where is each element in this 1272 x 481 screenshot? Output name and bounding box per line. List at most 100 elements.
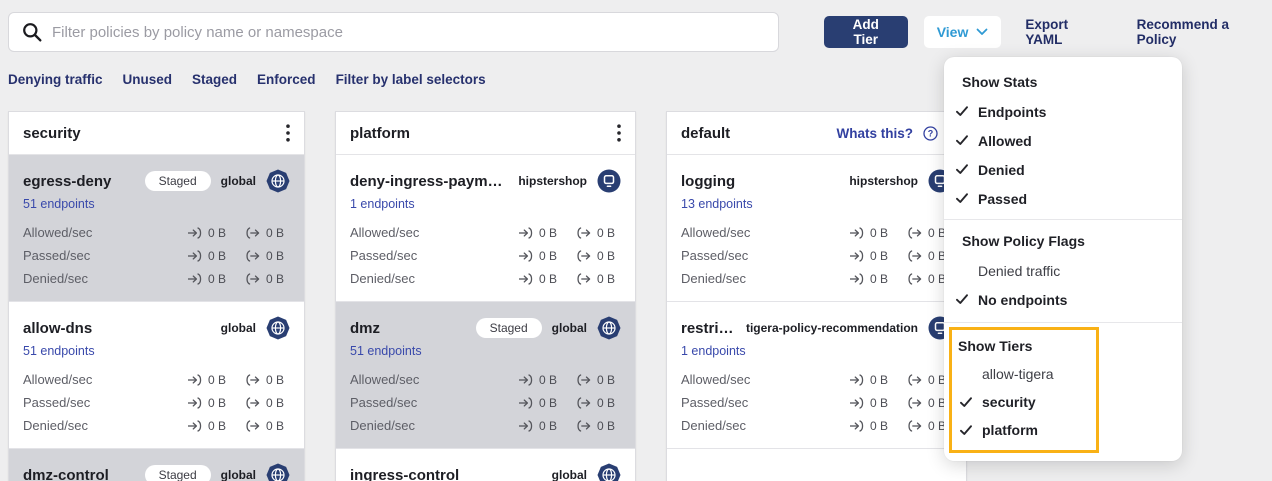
stat-row: Denied/sec 0 B 0 B	[681, 267, 952, 290]
menu-item-platform[interactable]: platform	[956, 416, 1092, 444]
ingress-value: 0 B	[208, 419, 226, 433]
menu-item-denied[interactable]: Denied	[956, 155, 1168, 184]
recommend-policy-link[interactable]: Recommend a Policy	[1137, 17, 1266, 47]
endpoints-link[interactable]: 51 endpoints	[350, 344, 422, 358]
export-yaml-link[interactable]: Export YAML	[1025, 17, 1104, 47]
scope-label: global	[552, 468, 587, 481]
search-input[interactable]	[52, 24, 765, 41]
menu-item-label: No endpoints	[978, 292, 1067, 308]
endpoints-link[interactable]: 51 endpoints	[23, 197, 95, 211]
menu-item-allowed[interactable]: Allowed	[956, 126, 1168, 155]
policy-card[interactable]: egress-deny Staged global 51 endpoints A…	[9, 155, 304, 301]
policy-search-box[interactable]	[8, 12, 779, 52]
stat-label: Allowed/sec	[23, 372, 92, 387]
stat-row: Denied/sec 0 B 0 B	[23, 267, 290, 290]
check-icon	[956, 106, 968, 117]
ingress-value: 0 B	[539, 272, 557, 286]
stat-label: Passed/sec	[681, 248, 748, 263]
ingress-arrow-icon	[518, 420, 534, 432]
policy-name[interactable]: ingress-control	[350, 467, 542, 481]
policy-name[interactable]: allow-dns	[23, 320, 211, 337]
egress-value: 0 B	[597, 272, 615, 286]
menu-item-no-endpoints[interactable]: No endpoints	[956, 285, 1168, 314]
policy-name[interactable]: dmz-control	[23, 467, 135, 481]
view-button[interactable]: View	[924, 16, 1002, 48]
policy-card[interactable]: allow-dns global 51 endpoints Allowed/se…	[9, 301, 304, 448]
stat-row: Denied/sec 0 B 0 B	[23, 414, 290, 437]
ingress-arrow-icon	[187, 227, 203, 239]
filter-enforced[interactable]: Enforced	[257, 72, 316, 87]
ingress-value: 0 B	[870, 226, 888, 240]
policy-name[interactable]: restricted	[681, 320, 736, 337]
menu-item-denied-traffic[interactable]: Denied traffic	[956, 256, 1168, 285]
namespace-icon	[597, 169, 621, 193]
tier-header: security	[9, 112, 304, 155]
egress-arrow-icon	[576, 273, 592, 285]
ingress-value: 0 B	[208, 249, 226, 263]
policy-card[interactable]: restricted tigera-policy-recommendation …	[667, 301, 966, 449]
tier-column-default: default Whats this? logging hipstershop …	[666, 111, 967, 481]
add-tier-button[interactable]: Add Tier	[824, 16, 908, 48]
menu-item-passed[interactable]: Passed	[956, 184, 1168, 213]
globe-icon	[597, 316, 621, 340]
policy-card[interactable]: deny-ingress-paymentservi... hipstershop…	[336, 155, 635, 301]
tier-header: platform	[336, 112, 635, 155]
kebab-menu-icon[interactable]	[617, 124, 621, 142]
egress-arrow-icon	[245, 250, 261, 262]
view-button-label: View	[937, 24, 969, 40]
endpoints-link[interactable]: 1 endpoints	[350, 197, 415, 211]
stat-label: Denied/sec	[350, 271, 415, 286]
chevron-down-icon	[976, 28, 988, 36]
ingress-arrow-icon	[187, 374, 203, 386]
scope-label: global	[221, 321, 256, 335]
policy-name[interactable]: logging	[681, 173, 839, 190]
stat-label: Denied/sec	[23, 271, 88, 286]
ingress-value: 0 B	[870, 373, 888, 387]
menu-section-show-tiers: Show Tiers allow-tigera security platfor…	[944, 322, 1182, 453]
policy-card[interactable]: logging hipstershop 13 endpoints Allowed…	[667, 155, 966, 301]
stat-label: Passed/sec	[350, 395, 417, 410]
ingress-arrow-icon	[849, 250, 865, 262]
policy-name[interactable]: dmz	[350, 320, 466, 337]
check-icon	[956, 135, 968, 146]
policies-board-page: Add Tier View Export YAML Recommend a Po…	[0, 0, 1272, 481]
tier-name: default	[681, 125, 730, 142]
view-dropdown-menu: Show Stats Endpoints Allowed Denied Pass…	[944, 57, 1182, 461]
kebab-menu-icon[interactable]	[286, 124, 290, 142]
ingress-value: 0 B	[539, 249, 557, 263]
whats-this-link[interactable]: Whats this?	[837, 126, 914, 141]
endpoints-link[interactable]: 51 endpoints	[23, 344, 95, 358]
filter-unused[interactable]: Unused	[123, 72, 173, 87]
policy-card[interactable]: dmz Staged global 51 endpoints Allowed/s…	[336, 301, 635, 448]
stat-label: Passed/sec	[23, 248, 90, 263]
endpoints-link[interactable]: 1 endpoints	[681, 344, 746, 358]
filter-staged[interactable]: Staged	[192, 72, 237, 87]
policy-card[interactable]: dmz-control Staged global 51 endpoints	[9, 448, 304, 481]
ingress-arrow-icon	[518, 397, 534, 409]
stat-row: Allowed/sec 0 B 0 B	[23, 221, 290, 244]
filter-denying-traffic[interactable]: Denying traffic	[8, 72, 103, 87]
egress-arrow-icon	[245, 420, 261, 432]
scope-label: hipstershop	[518, 174, 587, 188]
policy-card[interactable]: ingress-control global 51 endpoints	[336, 448, 635, 481]
menu-item-security[interactable]: security	[956, 388, 1092, 416]
menu-item-endpoints[interactable]: Endpoints	[956, 97, 1168, 126]
stat-label: Allowed/sec	[350, 225, 419, 240]
ingress-arrow-icon	[518, 273, 534, 285]
policy-name[interactable]: egress-deny	[23, 173, 135, 190]
endpoints-link[interactable]: 13 endpoints	[681, 197, 753, 211]
tier-column-platform: platform deny-ingress-paymentservi... hi…	[335, 111, 636, 481]
help-icon[interactable]	[923, 126, 938, 141]
staged-badge: Staged	[476, 318, 542, 338]
policy-name[interactable]: deny-ingress-paymentservi...	[350, 173, 508, 190]
menu-item-label: Allowed	[978, 133, 1032, 149]
stat-label: Denied/sec	[681, 271, 746, 286]
menu-item-allow-tigera[interactable]: allow-tigera	[956, 360, 1092, 388]
ingress-value: 0 B	[539, 396, 557, 410]
check-icon	[956, 193, 968, 204]
search-icon	[22, 22, 42, 42]
filter-label-selectors[interactable]: Filter by label selectors	[336, 72, 486, 87]
globe-icon	[597, 463, 621, 481]
ingress-value: 0 B	[539, 373, 557, 387]
scope-label: global	[221, 468, 256, 481]
